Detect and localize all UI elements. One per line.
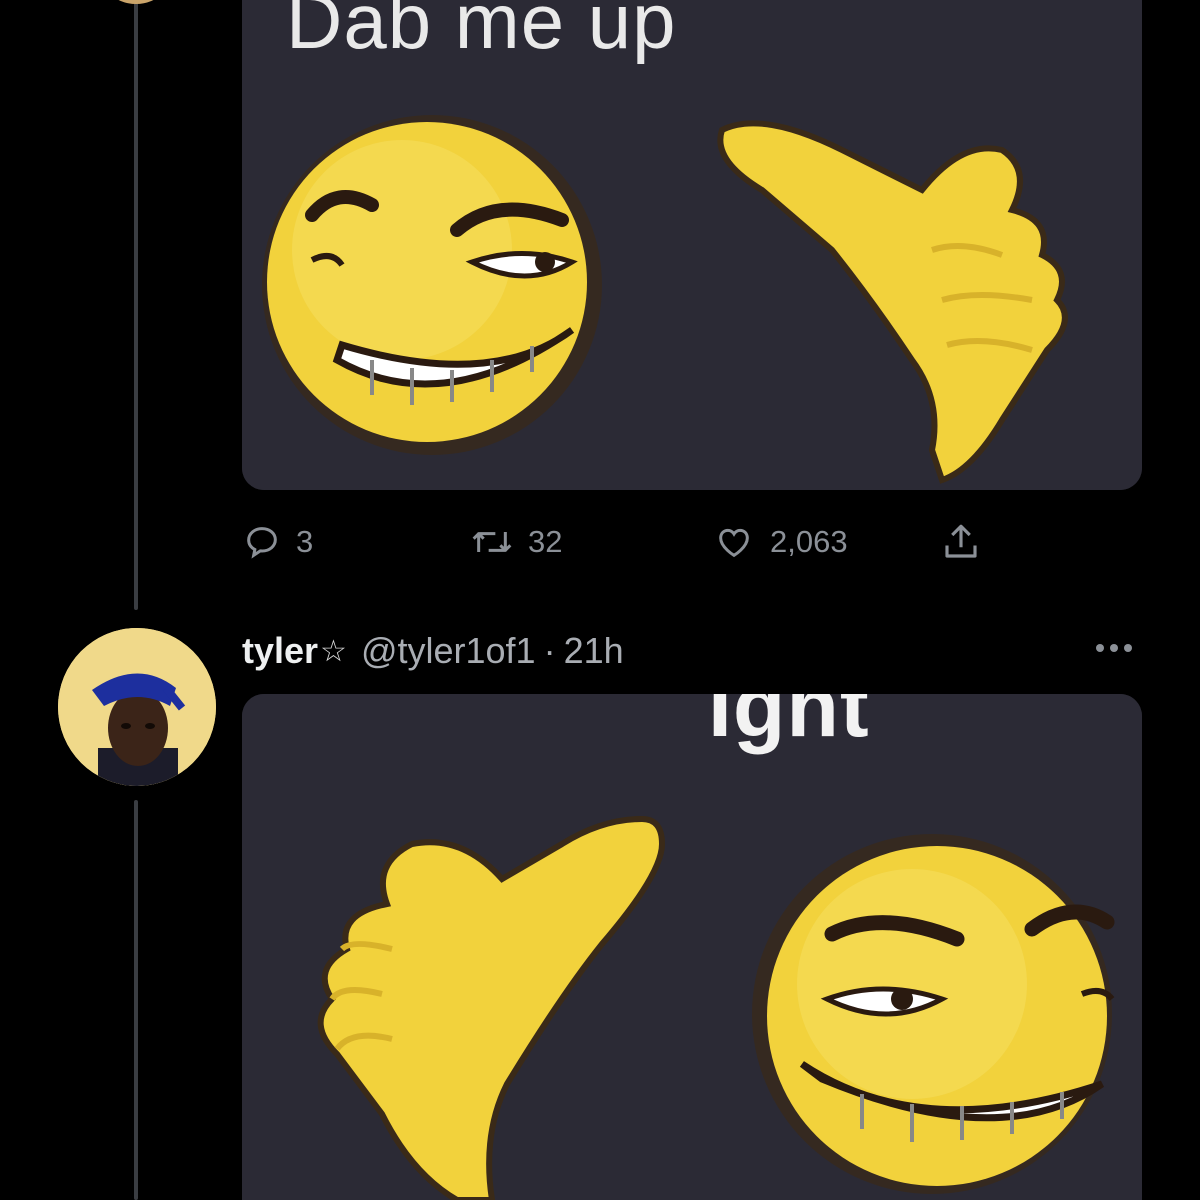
share-icon [945,524,977,558]
thread-line [134,0,138,610]
user-avatar[interactable] [58,628,216,786]
more-icon [1096,644,1132,652]
like-icon [719,528,749,558]
user-handle[interactable]: @tyler1of1 [361,630,536,672]
like-count: 2,063 [770,524,848,559]
tweet-media-image[interactable]: Dab me up [242,0,1142,490]
avatar[interactable] [96,0,176,4]
thread-line [134,800,138,1200]
emoji-meme-image [242,694,1142,1200]
reply-header: tyler ☆ @tyler1of1 · 21h [242,624,624,678]
display-name[interactable]: tyler [242,630,318,672]
retweet-button[interactable]: 32 [470,516,562,568]
emoji-meme-image [242,0,1142,490]
reply-media-image[interactable]: Ight [242,694,1142,1200]
reply-icon [247,527,277,559]
avatar-photo [58,628,216,786]
reply-button[interactable]: 3 [242,516,313,568]
name-star: ☆ [320,634,347,668]
media-caption: Dab me up [286,0,677,65]
timestamp[interactable]: 21h [564,630,624,672]
retweet-count: 32 [528,524,563,559]
media-caption: Ight [708,694,870,755]
separator: · [543,630,556,671]
like-button[interactable]: 2,063 [712,516,848,568]
share-button[interactable] [940,516,982,568]
reply-count: 3 [296,524,314,559]
retweet-icon [472,532,512,552]
more-button[interactable] [1090,636,1138,660]
